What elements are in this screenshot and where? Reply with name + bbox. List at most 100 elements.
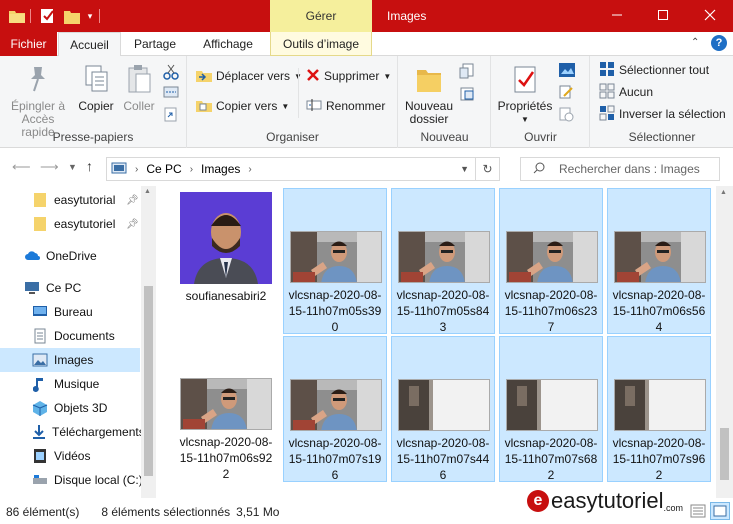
properties-button[interactable]: Propriétés ▼: [496, 62, 554, 126]
copy-path-icon[interactable]: [163, 86, 179, 101]
tab-outils-image[interactable]: Outils d’image: [270, 32, 372, 56]
refresh-icon[interactable]: ↻: [475, 158, 499, 180]
file-view-scroll-thumb[interactable]: [720, 428, 729, 480]
file-item-selected[interactable]: vlcsnap-2020-08- 15-11h07m07s44 6: [391, 336, 495, 482]
nav-item-bureau[interactable]: Bureau: [0, 300, 140, 324]
nav-item-objets-3d[interactable]: Objets 3D: [0, 396, 140, 420]
selection-size: 3,51 Mo: [236, 505, 280, 519]
file-item[interactable]: vlcsnap-2020-08- 15-11h07m06s92 2: [174, 336, 278, 482]
desktop-icon: [32, 304, 48, 320]
invert-selection-button[interactable]: Inverser la sélection: [599, 104, 726, 124]
forward-arrow-icon[interactable]: ⟶: [40, 159, 59, 175]
download-icon: [32, 424, 46, 440]
file-item-selected[interactable]: vlcsnap-2020-08- 15-11h07m06s23 7: [499, 188, 603, 334]
file-name-line2: 15-11h07m07s19: [288, 452, 382, 466]
address-bar[interactable]: › Ce PC › Images › ▼ ↻: [106, 157, 500, 181]
nav-item-easytutorial[interactable]: easytutorial 📌︎: [0, 188, 140, 212]
collapse-ribbon-icon[interactable]: ⌃: [691, 37, 699, 48]
paste-button[interactable]: Coller: [119, 62, 159, 113]
history-icon[interactable]: [558, 106, 574, 125]
file-item-selected[interactable]: vlcsnap-2020-08- 15-11h07m05s84 3: [391, 188, 495, 334]
select-none-button[interactable]: Aucun: [599, 82, 653, 102]
door-frame-thumbnail: [398, 379, 490, 431]
copy-button[interactable]: Copier: [76, 62, 116, 113]
move-to-button[interactable]: Déplacer vers ▼: [196, 66, 302, 86]
new-folder-button[interactable]: Nouveau dossier: [403, 62, 455, 126]
group-clipboard: Épingler à Accès rapide Copier Coller Pr…: [0, 56, 187, 148]
close-button[interactable]: [687, 0, 733, 32]
pin-icon[interactable]: 📌︎: [126, 219, 139, 230]
cut-icon[interactable]: [163, 64, 179, 83]
chevron-right-icon[interactable]: ›: [135, 164, 138, 175]
file-item[interactable]: soufianesabiri2: [174, 188, 278, 334]
nav-item-musique[interactable]: Musique: [0, 372, 140, 396]
search-box[interactable]: Rechercher dans : Images: [520, 157, 720, 181]
nav-item-videos[interactable]: Vidéos: [0, 444, 140, 468]
file-item-selected[interactable]: vlcsnap-2020-08- 15-11h07m06s56 4: [607, 188, 711, 334]
edit-icon[interactable]: [558, 84, 574, 103]
file-name-line2: 15-11h07m06s23: [504, 304, 598, 318]
help-icon[interactable]: ?: [711, 35, 727, 51]
file-item-selected[interactable]: vlcsnap-2020-08- 15-11h07m07s96 2: [607, 336, 711, 482]
tab-partage[interactable]: Partage: [124, 32, 186, 56]
context-group-label: Gérer: [270, 0, 372, 32]
nav-scrollbar[interactable]: ▲: [141, 186, 156, 498]
rename-button[interactable]: Renommer: [306, 96, 385, 116]
pin-quick-access-button[interactable]: Épingler à Accès rapide: [6, 62, 70, 139]
new-folder-quick-icon[interactable]: [64, 7, 80, 25]
tab-accueil[interactable]: Accueil: [58, 32, 121, 57]
title-bar: ▾ Gérer Images: [0, 0, 733, 32]
watermark-suffix: .com: [663, 503, 684, 513]
delete-button[interactable]: Supprimer ▼: [306, 66, 391, 86]
group-label-organize: Organiser: [266, 130, 319, 144]
chevron-right-icon[interactable]: ›: [190, 164, 193, 175]
folder-icon[interactable]: [8, 7, 26, 25]
details-view-icon[interactable]: [690, 504, 706, 521]
breadcrumb-images[interactable]: Images: [201, 162, 240, 176]
nav-item-disque-local[interactable]: Disque local (C:): [0, 468, 143, 492]
minimize-button[interactable]: [594, 0, 640, 32]
nav-item-documents[interactable]: Documents: [0, 324, 140, 348]
file-name-line1: vlcsnap-2020-08-: [504, 436, 598, 450]
open-icon[interactable]: [558, 62, 578, 81]
new-folder-icon: [413, 62, 445, 96]
new-item-icon[interactable]: [459, 62, 479, 83]
paste-shortcut-icon[interactable]: [163, 106, 179, 125]
back-arrow-icon[interactable]: ⟵: [12, 159, 31, 175]
file-name-line2: 15-11h07m07s44: [396, 452, 490, 466]
item-count: 86 élément(s): [6, 505, 80, 519]
nav-item-telechargements[interactable]: Téléchargements: [0, 420, 145, 444]
tab-affichage[interactable]: Affichage: [190, 32, 266, 56]
file-item-selected[interactable]: vlcsnap-2020-08- 15-11h07m07s19 6: [283, 336, 387, 482]
easy-access-icon[interactable]: [459, 86, 479, 107]
group-new: Nouveau dossier Nouveau: [399, 56, 491, 148]
select-none-icon: [599, 83, 615, 102]
file-name-line2: 15-11h07m05s84: [396, 304, 490, 318]
chevron-down-icon: ▼: [521, 115, 529, 124]
nav-item-images[interactable]: Images: [0, 348, 140, 372]
large-icons-view-icon[interactable]: [710, 502, 730, 520]
up-arrow-icon[interactable]: ↑: [86, 158, 93, 174]
tab-fichier[interactable]: Fichier: [0, 32, 57, 56]
nav-scroll-thumb[interactable]: [144, 286, 153, 476]
file-name-line1: vlcsnap-2020-08-: [396, 288, 490, 302]
pin-icon[interactable]: 📌︎: [126, 195, 139, 206]
breadcrumb-ce-pc[interactable]: Ce PC: [146, 162, 181, 176]
file-view-scrollbar[interactable]: ▲: [716, 186, 733, 498]
maximize-button[interactable]: [640, 0, 686, 32]
select-all-button[interactable]: Sélectionner tout: [599, 60, 709, 80]
nav-item-easytutoriel[interactable]: easytutoriel 📌︎: [0, 212, 140, 236]
pin-icon: [22, 62, 54, 96]
nav-item-onedrive[interactable]: OneDrive: [0, 244, 140, 268]
file-item-selected[interactable]: vlcsnap-2020-08- 15-11h07m05s39 0: [283, 188, 387, 334]
nav-item-ce-pc[interactable]: Ce PC: [0, 276, 140, 300]
copy-to-button[interactable]: Copier vers ▼: [196, 96, 289, 116]
address-dropdown-icon[interactable]: ▼: [460, 164, 469, 174]
quick-access-dropdown-icon[interactable]: ▾: [85, 7, 95, 25]
recent-locations-icon[interactable]: ▼: [68, 162, 77, 172]
file-name: soufianesabiri2: [185, 289, 267, 303]
properties-quick-icon[interactable]: [40, 7, 56, 25]
file-item-selected[interactable]: vlcsnap-2020-08- 15-11h07m07s68 2: [499, 336, 603, 482]
navigation-row: ⟵ ⟶ ▼ ↑ › Ce PC › Images › ▼ ↻ Recherche…: [0, 150, 733, 184]
chevron-right-icon[interactable]: ›: [248, 164, 251, 175]
